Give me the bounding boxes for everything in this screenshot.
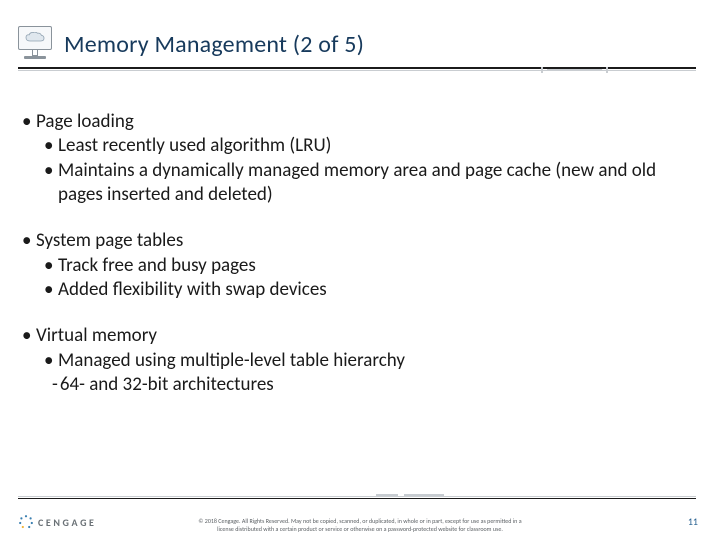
footer-rule: [18, 496, 696, 499]
bullet-group: Page loading Least recently used algorit…: [22, 110, 696, 207]
footer-rule-mark: [376, 492, 448, 498]
bullet-icon: [44, 349, 58, 373]
bullet-l2: Added flexibility with swap devices: [58, 278, 327, 302]
slide: { "header": { "title": "Memory Managemen…: [0, 0, 720, 540]
bullet-icon: [22, 110, 36, 134]
cloud-monitor-icon: [18, 24, 56, 64]
bullet-l1: System page tables: [36, 229, 183, 253]
bullet-l1: Virtual memory: [36, 324, 157, 348]
bullet-l2: Managed using multiple-level table hiera…: [58, 349, 405, 373]
copyright-line: license distributed with a certain produ…: [150, 526, 570, 534]
bullet-icon: [22, 324, 36, 348]
bullet-icon: [44, 159, 58, 208]
slide-body: Page loading Least recently used algorit…: [22, 110, 696, 419]
bullet-l1: Page loading: [36, 110, 134, 134]
bullet-group: Virtual memory Managed using multiple-le…: [22, 324, 696, 397]
copyright: © 2018 Cengage. All Rights Reserved. May…: [0, 518, 720, 533]
bullet-l2: Maintains a dynamically managed memory a…: [58, 159, 696, 208]
bullet-icon: [44, 134, 58, 158]
bullet-l3: 64- and 32-bit architectures: [60, 373, 274, 397]
bullet-icon: [22, 229, 36, 253]
header-rule-mark: [547, 69, 602, 71]
bullet-group: System page tables Track free and busy p…: [22, 229, 696, 302]
bullet-icon: [44, 278, 58, 302]
slide-title: Memory Management (2 of 5): [64, 30, 364, 59]
bullet-icon: [44, 254, 58, 278]
bullet-l2: Least recently used algorithm (LRU): [58, 134, 331, 158]
slide-footer: CENGAGE © 2018 Cengage. All Rights Reser…: [0, 496, 720, 540]
slide-header: Memory Management (2 of 5): [18, 22, 696, 66]
page-number: 11: [688, 515, 698, 528]
dash-icon: [52, 373, 60, 397]
bullet-l2: Track free and busy pages: [58, 254, 256, 278]
